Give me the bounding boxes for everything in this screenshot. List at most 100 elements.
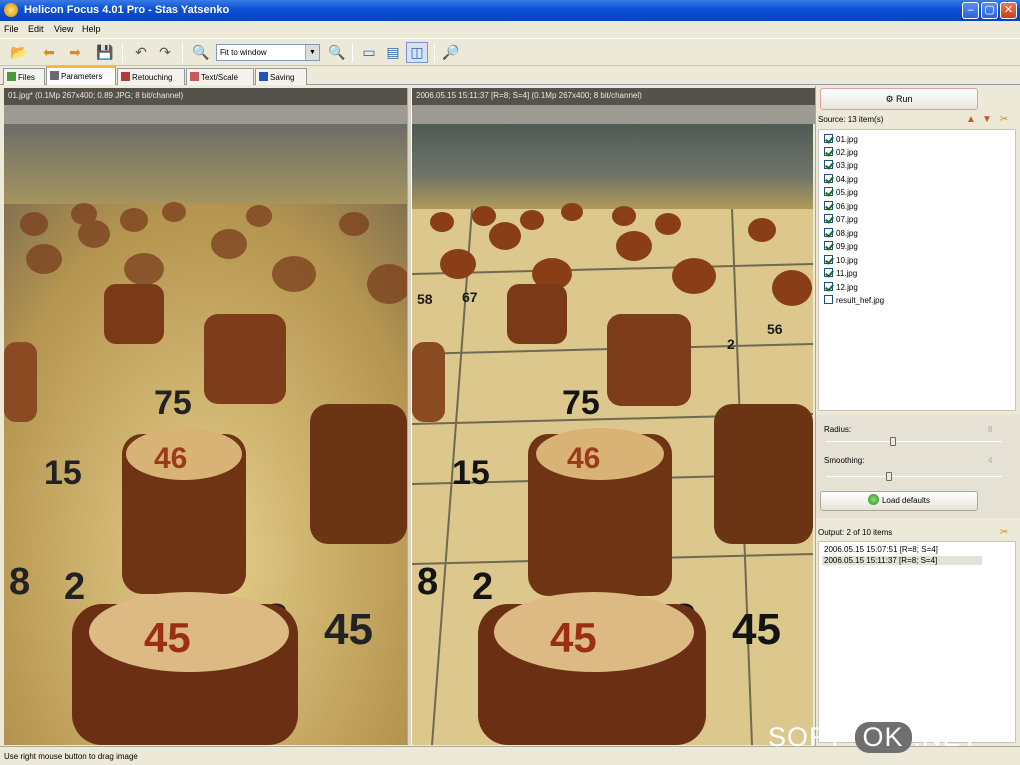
checkbox[interactable] [824, 187, 833, 196]
list-item[interactable]: 07.jpg [824, 214, 858, 224]
checkbox[interactable] [824, 255, 833, 264]
checkbox[interactable] [824, 134, 833, 143]
menu-edit[interactable]: Edit [28, 24, 44, 34]
status-text: Use right mouse button to drag image [4, 752, 138, 761]
chevron-down-icon[interactable]: ▼ [305, 45, 319, 60]
radius-slider[interactable] [826, 441, 1002, 442]
list-item[interactable]: 2006.05.15 15:07:51 [R=8; S=4] [822, 545, 982, 554]
svg-text:15: 15 [452, 454, 490, 492]
checkbox[interactable] [824, 268, 833, 277]
tab-bar: Files Parameters Retouching Text/Scale S… [0, 66, 1020, 85]
checkbox[interactable] [824, 241, 833, 250]
refresh-icon [867, 494, 879, 505]
toolbar-separator [182, 43, 183, 62]
single-view-icon[interactable]: ▭ [358, 42, 380, 63]
svg-text:45: 45 [144, 614, 191, 661]
minimize-button[interactable]: – [962, 2, 979, 19]
redo-icon[interactable]: ↷ [154, 42, 176, 63]
source-photo: 75 15 8 2 3 45 46 45 [4, 124, 407, 745]
checkbox[interactable] [824, 214, 833, 223]
watermark-text: SOFT- [768, 722, 853, 752]
svg-text:67: 67 [462, 289, 478, 305]
maximize-button[interactable]: ▢ [981, 2, 998, 19]
toolbar-separator [122, 43, 123, 62]
undo-icon[interactable]: ↶ [130, 42, 152, 63]
smoothing-slider-thumb[interactable] [886, 472, 893, 481]
svg-text:45: 45 [732, 605, 781, 654]
move-down-icon[interactable]: ▼ [982, 115, 992, 125]
radius-label: Radius: [824, 425, 852, 434]
save-icon[interactable]: 💾 [94, 42, 116, 63]
preview-zoom-icon[interactable]: 🔎 [440, 42, 462, 63]
tab-text-scale[interactable]: Text/Scale [186, 68, 254, 85]
tab-files[interactable]: Files [3, 68, 45, 85]
output-list[interactable]: 2006.05.15 15:07:51 [R=8; S=4] 2006.05.1… [818, 541, 1016, 743]
zoom-in-icon[interactable]: 🔍 [326, 42, 348, 63]
smoothing-slider[interactable] [826, 476, 1002, 477]
watermark: SOFT- OK .NET [768, 722, 1018, 762]
checkbox[interactable] [824, 282, 833, 291]
list-item[interactable]: 02.jpg [824, 147, 858, 157]
load-defaults-button[interactable]: Load defaults [820, 491, 978, 511]
svg-text:45: 45 [550, 614, 597, 661]
open-folder-icon[interactable]: 📂 [8, 42, 30, 63]
menu-file[interactable]: File [4, 24, 19, 34]
menu-view[interactable]: View [54, 24, 73, 34]
list-item[interactable]: 04.jpg [824, 174, 858, 184]
watermark-ok: OK [854, 722, 912, 753]
clear-list-icon[interactable]: ✂ [1000, 115, 1008, 125]
close-button[interactable]: ✕ [1000, 2, 1017, 19]
list-item[interactable]: 11.jpg [824, 268, 857, 278]
source-image-margin [4, 105, 407, 124]
source-image-view[interactable]: 75 15 8 2 3 45 46 45 [4, 124, 407, 745]
clear-output-icon[interactable]: ✂ [1000, 528, 1008, 538]
list-item[interactable]: result_hef.jpg [824, 295, 884, 305]
output-label: Output: 2 of 10 items [818, 528, 893, 537]
watermark-net: .NET [913, 722, 980, 752]
svg-text:46: 46 [154, 442, 187, 475]
tab-parameters[interactable]: Parameters [46, 66, 116, 85]
list-item[interactable]: 12.jpg [824, 282, 858, 292]
list-item[interactable]: 06.jpg [824, 201, 858, 211]
svg-text:56: 56 [767, 321, 783, 337]
menu-help[interactable]: Help [82, 24, 101, 34]
split-view-icon[interactable]: ▤ [382, 42, 404, 63]
list-item[interactable]: 09.jpg [824, 241, 858, 251]
zoom-select-value: Fit to window [220, 48, 267, 57]
svg-text:45: 45 [324, 605, 373, 654]
list-item[interactable]: 03.jpg [824, 160, 858, 170]
svg-text:8: 8 [9, 561, 30, 603]
checkbox[interactable] [824, 201, 833, 210]
list-item[interactable]: 10.jpg [824, 255, 858, 265]
svg-text:46: 46 [567, 442, 600, 475]
side-by-side-view-icon[interactable]: ◫ [406, 42, 428, 63]
back-arrow-icon[interactable]: ⬅ [38, 42, 60, 63]
checkbox[interactable] [824, 160, 833, 169]
tab-retouching[interactable]: Retouching [117, 68, 185, 85]
checkbox[interactable] [824, 228, 833, 237]
list-item[interactable]: 05.jpg [824, 187, 858, 197]
list-item[interactable]: 2006.05.15 15:11:37 [R=8; S=4] [822, 556, 982, 565]
move-up-icon[interactable]: ▲ [966, 115, 976, 125]
result-image-header: 2006.05.15 15:11:37 [R=8; S=4] (0.1Mp 26… [412, 88, 815, 105]
checkbox[interactable] [824, 295, 833, 304]
toolbar-separator [352, 43, 353, 62]
result-image-margin [412, 105, 815, 124]
source-list[interactable]: 01.jpg 02.jpg 03.jpg 04.jpg 05.jpg 06.jp… [818, 129, 1016, 411]
svg-text:2: 2 [64, 566, 85, 608]
svg-text:75: 75 [562, 384, 600, 422]
svg-text:8: 8 [417, 561, 438, 603]
radius-slider-thumb[interactable] [889, 437, 896, 446]
zoom-out-icon[interactable]: 🔍 [190, 42, 212, 63]
result-image-view[interactable]: 5867562 75 15 8 2 3 45 46 45 [412, 124, 813, 745]
parameters-icon [50, 71, 59, 80]
forward-arrow-icon[interactable]: ➡ [64, 42, 86, 63]
tab-saving[interactable]: Saving [255, 68, 307, 85]
settings-area: Radius: 8 Smoothing: 4 Load defaults [816, 415, 1020, 518]
checkbox[interactable] [824, 174, 833, 183]
list-item[interactable]: 01.jpg [824, 134, 858, 144]
checkbox[interactable] [824, 147, 833, 156]
list-item[interactable]: 08.jpg [824, 228, 858, 238]
zoom-select[interactable]: Fit to window ▼ [216, 44, 320, 61]
run-button[interactable]: ⚙ Run [820, 88, 978, 110]
